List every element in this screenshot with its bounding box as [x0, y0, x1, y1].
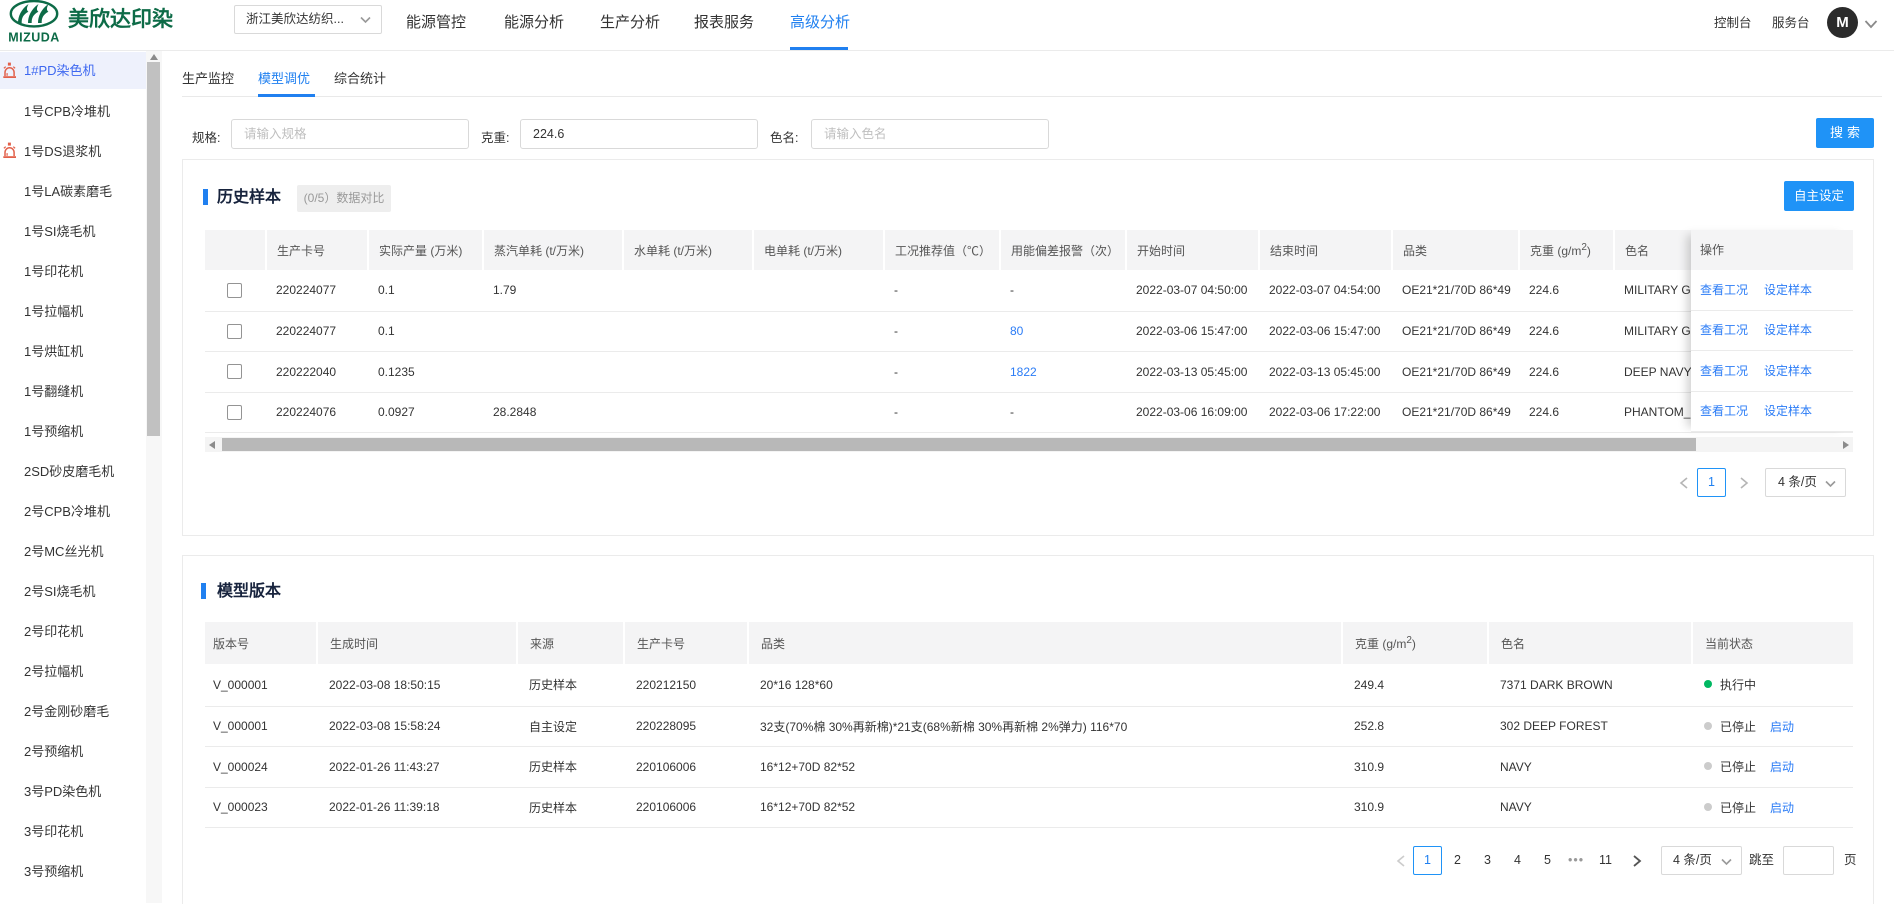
- svg-text:MIZUDA: MIZUDA: [8, 31, 60, 45]
